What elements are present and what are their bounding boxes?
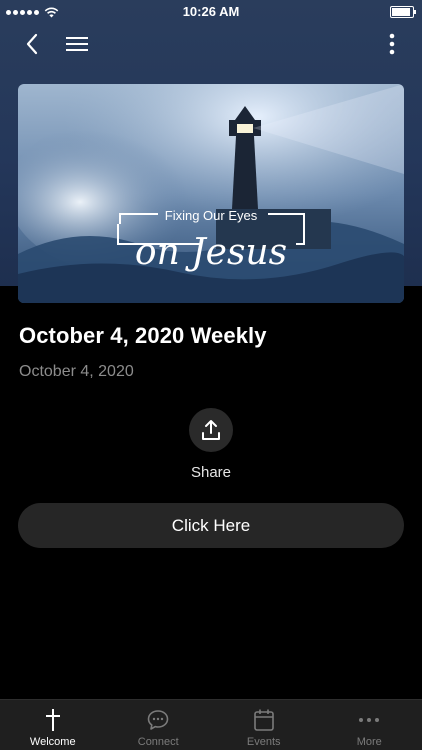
more-options-button[interactable]	[380, 30, 404, 58]
tab-label-events: Events	[246, 736, 281, 748]
cross-icon	[45, 709, 60, 731]
status-bar: 10:26 AM	[0, 0, 422, 24]
hamburger-menu-icon	[66, 37, 88, 51]
vertical-ellipsis-icon	[389, 33, 395, 55]
tab-more[interactable]: More	[317, 700, 422, 750]
lighthouse-storm-graphic: Fixing Our Eyes on Jesus	[18, 84, 404, 303]
share-upload-icon	[202, 420, 220, 440]
nav-bar	[0, 26, 422, 62]
chat-bubble-icon	[147, 710, 169, 730]
tab-label-welcome: Welcome	[29, 736, 76, 748]
page-title: October 4, 2020 Weekly	[19, 323, 267, 348]
horizontal-ellipsis-icon	[359, 718, 380, 722]
battery-icon	[390, 6, 416, 18]
back-button[interactable]	[18, 30, 46, 58]
tab-connect[interactable]: Connect	[106, 700, 212, 750]
menu-button[interactable]	[62, 30, 92, 58]
chevron-left-icon	[26, 33, 38, 55]
hero-overlay-line1: Fixing Our Eyes	[165, 208, 258, 223]
tab-label-more: More	[356, 736, 382, 748]
share-circle[interactable]	[189, 408, 233, 452]
tab-events[interactable]: Events	[211, 700, 317, 750]
click-here-button[interactable]: Click Here	[18, 503, 404, 548]
share-button[interactable]: Share	[161, 408, 261, 481]
calendar-icon	[253, 709, 274, 731]
tab-label-connect: Connect	[137, 736, 179, 748]
tab-welcome[interactable]: Welcome	[0, 700, 106, 750]
hero-image: Fixing Our Eyes on Jesus	[18, 84, 404, 303]
tab-bar: Welcome Connect Events More	[0, 699, 422, 750]
hero-overlay-line2: on Jesus	[135, 232, 287, 273]
share-label: Share	[190, 464, 232, 481]
status-time: 10:26 AM	[182, 4, 240, 19]
page-date: October 4, 2020	[19, 363, 134, 380]
